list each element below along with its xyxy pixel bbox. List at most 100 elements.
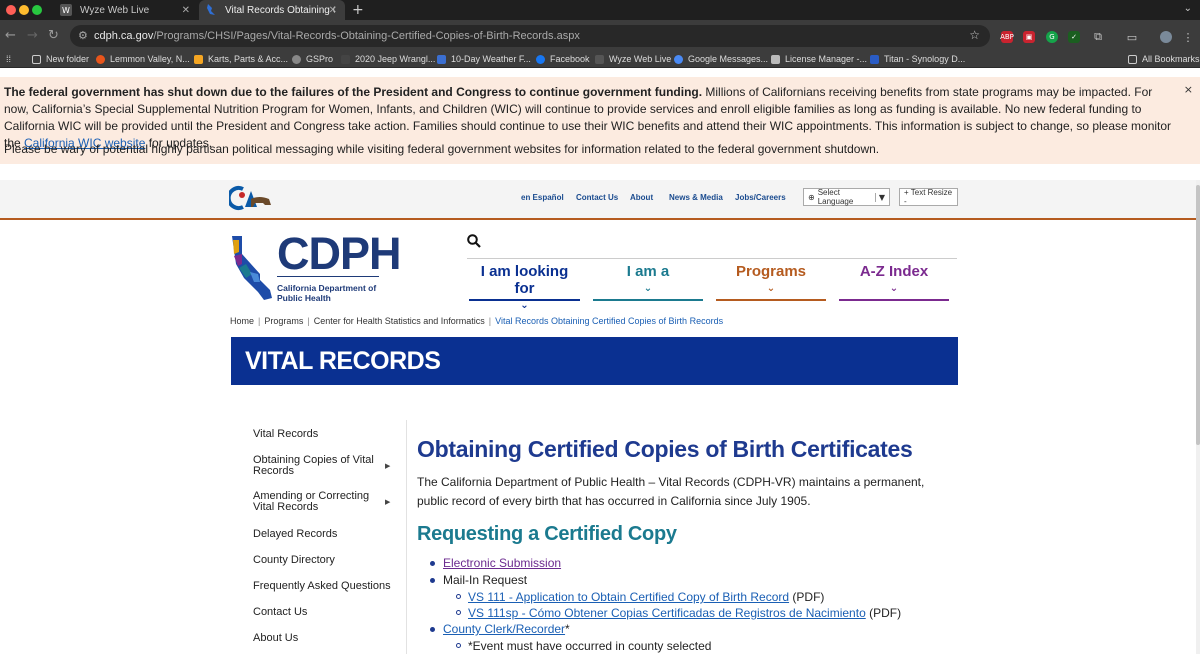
sidebar-item-faq[interactable]: Frequently Asked Questions — [253, 581, 393, 592]
bookmark-lemmon-valley[interactable]: Lemmon Valley, N... — [96, 54, 190, 64]
intro-paragraph: The California Department of Public Heal… — [417, 475, 925, 508]
bookmark-weather[interactable]: 10-Day Weather F... — [437, 54, 531, 64]
bookmark-jeep[interactable]: 2020 Jeep Wrangl... — [341, 54, 435, 64]
nav-a-z-index[interactable]: A-Z Index ⌄ — [839, 263, 949, 301]
check-extension-icon[interactable]: ✓ — [1068, 31, 1080, 43]
text-resize-control[interactable]: + Text Resize - — [899, 188, 958, 206]
tab-vital-records[interactable]: Vital Records Obtaining Certifi ✕ — [199, 0, 345, 20]
apps-grid-icon[interactable]: ⁞⁞ — [6, 54, 11, 64]
site-info-icon[interactable]: ⚙ — [78, 29, 88, 42]
about-link[interactable]: About — [630, 193, 653, 202]
list-item: Mail-In Request — [430, 573, 527, 587]
news-media-link[interactable]: News & Media — [669, 193, 723, 202]
bookmark-synology[interactable]: Titan - Synology D... — [870, 54, 965, 64]
bookmark-star-icon[interactable]: ☆ — [969, 28, 980, 42]
search-icon[interactable] — [467, 234, 481, 253]
sidebar-item-county-directory[interactable]: County Directory — [253, 555, 393, 566]
list-item: Electronic Submission — [430, 556, 561, 570]
folder-icon — [32, 54, 41, 64]
sidebar-item-amending[interactable]: Amending or Correcting Vital Records — [253, 491, 393, 513]
browser-tab-bar: W Wyze Web Live ✕ Vital Records Obtainin… — [0, 0, 1200, 20]
close-tab-icon[interactable]: ✕ — [182, 5, 190, 16]
adblock-icon[interactable]: ABP — [1000, 31, 1014, 43]
close-alert-icon[interactable]: × — [1184, 83, 1193, 96]
hero-title: VITAL RECORDS — [245, 347, 441, 375]
breadcrumb-programs[interactable]: Programs — [264, 316, 303, 326]
maximize-window-button[interactable] — [32, 5, 42, 15]
nav-programs[interactable]: Programs ⌄ — [716, 263, 826, 301]
bookmark-gspro[interactable]: GSPro — [292, 54, 333, 64]
bullet-icon — [456, 594, 461, 599]
back-arrow-icon[interactable]: ← — [5, 28, 16, 43]
close-tab-icon[interactable]: ✕ — [329, 5, 337, 16]
ca-gov-logo-icon[interactable] — [226, 185, 275, 216]
bullet-icon — [430, 627, 435, 632]
jobs-careers-link[interactable]: Jobs/Careers — [735, 193, 786, 202]
bookmark-license-manager[interactable]: License Manager -... — [771, 54, 867, 64]
breadcrumb-center[interactable]: Center for Health Statistics and Informa… — [314, 316, 485, 326]
sidebar-item-about-us[interactable]: About Us — [253, 633, 393, 644]
sidebar-item-vital-records[interactable]: Vital Records — [253, 429, 393, 440]
cloud-extension-icon[interactable]: ▣ — [1023, 31, 1035, 43]
bullet-icon — [430, 578, 435, 583]
scrollbar-thumb[interactable] — [1196, 185, 1200, 445]
messages-icon — [674, 54, 683, 64]
license-icon — [771, 54, 780, 64]
tab-wyze-web-live[interactable]: W Wyze Web Live ✕ — [52, 0, 198, 20]
media-control-icon[interactable]: ▭ — [1126, 31, 1138, 44]
bookmark-google-messages[interactable]: Google Messages... — [674, 54, 768, 64]
weather-icon — [437, 54, 446, 64]
minimize-window-button[interactable] — [19, 5, 29, 15]
chevron-down-icon: ⌄ — [889, 283, 899, 294]
breadcrumb: Home | Programs | Center for Health Statisti… — [230, 316, 724, 326]
bookmark-facebook[interactable]: Facebook — [536, 54, 590, 64]
en-espanol-link[interactable]: en Español — [521, 193, 564, 202]
all-bookmarks[interactable]: All Bookmarks — [1128, 54, 1200, 64]
tab-search-chevron-icon[interactable]: ⌄ — [1184, 3, 1192, 14]
cdph-favicon-icon — [205, 4, 217, 16]
section-heading: Requesting a Certified Copy — [417, 523, 677, 545]
forward-arrow-icon[interactable]: → — [27, 28, 38, 43]
extensions-puzzle-icon[interactable]: ⧉ — [1092, 30, 1104, 43]
new-tab-button[interactable]: + — [352, 2, 364, 18]
close-window-button[interactable] — [6, 5, 16, 15]
chevron-down-icon: ⌄ — [643, 283, 653, 294]
folder-icon — [1128, 54, 1137, 64]
bookmark-karts[interactable]: Karts, Parts & Acc... — [194, 54, 288, 64]
bullet-icon — [430, 561, 435, 566]
jeep-icon — [341, 54, 350, 64]
select-language-dropdown[interactable]: ⊕ Select Language ▼ — [803, 188, 890, 206]
sidebar-item-contact-us[interactable]: Contact Us — [253, 607, 393, 618]
contact-us-link[interactable]: Contact Us — [576, 193, 618, 202]
vs111sp-link[interactable]: VS 111sp - Cómo Obtener Copias Certifica… — [468, 606, 866, 620]
tab-label: Wyze Web Live — [80, 4, 150, 16]
logo-divider — [277, 276, 379, 277]
chevron-right-icon: ▶ — [385, 462, 391, 470]
breadcrumb-current[interactable]: Vital Records Obtaining Certified Copies… — [495, 316, 723, 326]
nav-i-am-a[interactable]: I am a ⌄ — [593, 263, 703, 301]
profile-avatar-icon[interactable] — [1160, 31, 1172, 43]
wyze-icon — [595, 54, 604, 64]
county-clerk-link[interactable]: County Clerk/Recorder — [443, 622, 565, 636]
globe-icon: ⊕ — [808, 192, 815, 202]
nav-i-am-looking-for[interactable]: I am looking for ⌄ — [469, 263, 580, 311]
sidebar-item-obtaining-copies[interactable]: Obtaining Copies of Vital Records — [253, 455, 393, 477]
grammarly-icon[interactable]: G — [1046, 31, 1058, 43]
facebook-icon — [536, 54, 545, 64]
breadcrumb-home[interactable]: Home — [230, 316, 254, 326]
bookmark-wyze[interactable]: Wyze Web Live — [595, 54, 671, 64]
address-bar[interactable]: ⚙ cdph.ca.gov/Programs/CHSI/Pages/Vital-… — [70, 25, 990, 47]
sidebar-divider — [406, 420, 407, 654]
bookmark-new-folder[interactable]: New folder — [32, 54, 89, 64]
alert-warning: Please be wary of potential highly parti… — [4, 142, 880, 156]
browser-menu-icon[interactable]: ⋮ — [1182, 31, 1194, 44]
cdph-logo-icon[interactable] — [230, 234, 276, 307]
electronic-submission-link[interactable]: Electronic Submission — [443, 556, 561, 570]
bullet-icon — [456, 610, 461, 615]
page-hero-banner: VITAL RECORDS — [231, 337, 958, 385]
karts-icon — [194, 54, 203, 64]
reload-icon[interactable]: ↻ — [48, 28, 59, 43]
vs111-link[interactable]: VS 111 - Application to Obtain Certified… — [468, 590, 789, 604]
sidebar-item-delayed-records[interactable]: Delayed Records — [253, 529, 393, 540]
weather-icon — [96, 54, 105, 64]
